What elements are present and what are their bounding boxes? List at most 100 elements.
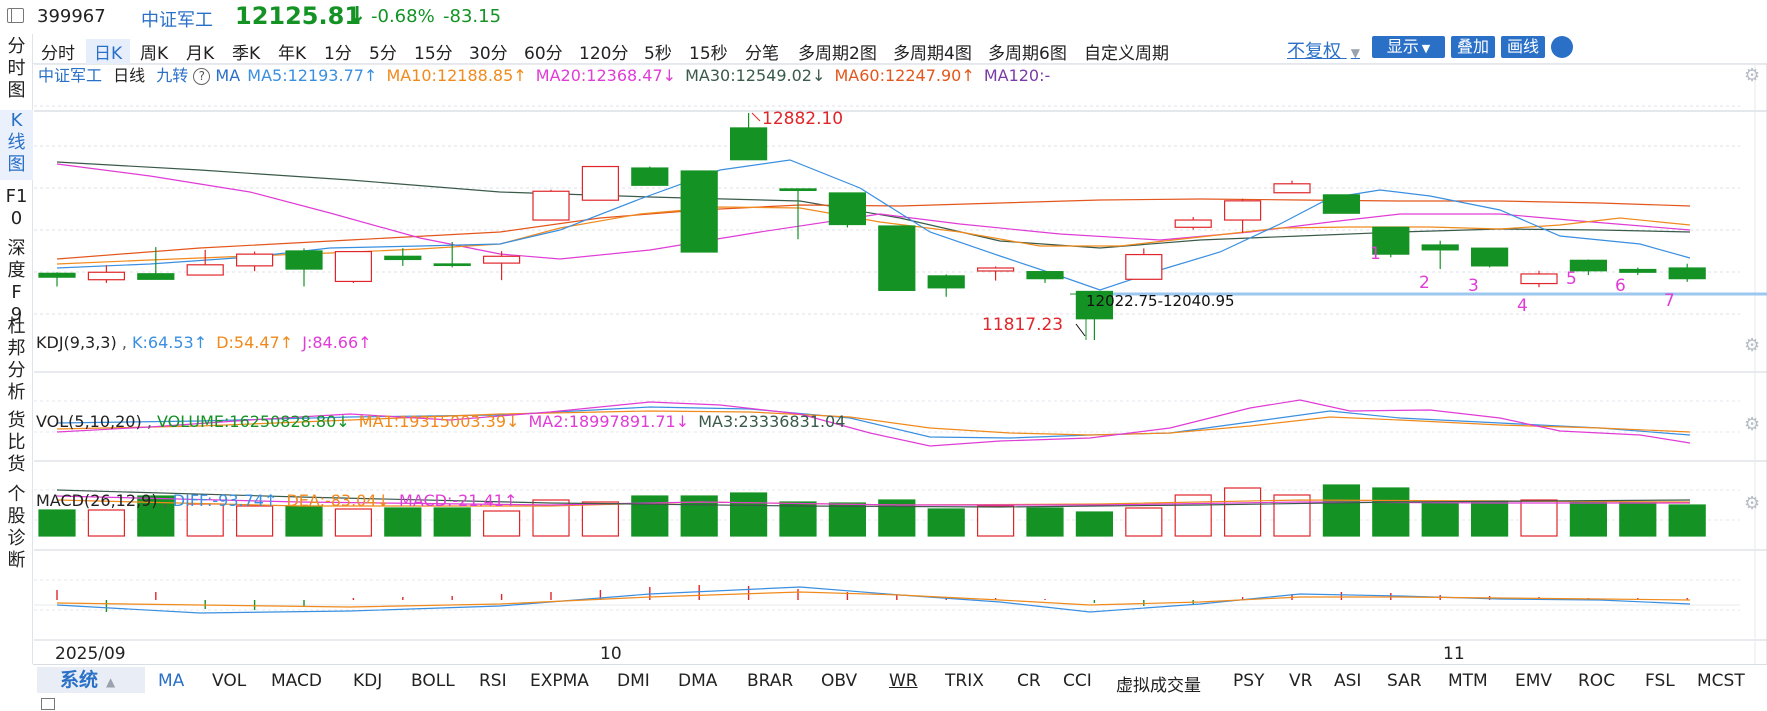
period-5sec[interactable]: 5秒 [644,39,672,64]
period-1min[interactable]: 1分 [324,39,352,64]
help-icon[interactable]: ? [193,68,211,85]
ind-mtm[interactable]: MTM [1448,671,1488,691]
ind-asi[interactable]: ASI [1334,671,1361,691]
nav-dupont[interactable]: 杜邦分析 [0,316,33,406]
candle-body [1223,200,1262,221]
period-30min[interactable]: 30分 [469,39,508,64]
period-month[interactable]: 月K [186,39,214,64]
system-menu[interactable]: 系统 ▲ [37,667,145,693]
candle-body [1026,271,1064,280]
nav-timeshare[interactable]: 分时图 [0,36,33,102]
ind-fsl[interactable]: FSL [1645,671,1675,691]
period-custom[interactable]: 自定义周期 [1084,39,1169,64]
window-toggle-icon[interactable] [7,8,24,23]
period-year[interactable]: 年K [278,39,306,64]
candle-body [384,255,422,261]
period-15sec[interactable]: 15秒 [689,39,728,64]
volume-bar [976,505,1015,537]
ind-rsi[interactable]: RSI [479,671,507,691]
display-button[interactable]: 显示 ▼ [1372,36,1445,58]
ind-emv[interactable]: EMV [1515,671,1552,691]
overlay-button[interactable]: 叠加 [1451,36,1495,58]
candle-body [1421,244,1459,251]
period-day[interactable]: 日K [86,39,131,64]
period-multi-4[interactable]: 多周期4图 [893,39,972,64]
main-chart[interactable] [38,112,1767,340]
ind-obv[interactable]: OBV [821,671,857,691]
ind-brar[interactable]: BRAR [747,671,793,691]
ind-ma[interactable]: MA [158,671,184,691]
ind-cr[interactable]: CR [1017,671,1041,691]
gear-icon[interactable]: ⚙ [1744,493,1760,514]
period-120min[interactable]: 120分 [579,39,628,64]
period-toolbar: 分时 日K 周K 月K 季K 年K 1分 5分 15分 30分 60分 120分… [33,34,1767,64]
volume-bar [1174,494,1212,537]
nav-depth-f9[interactable]: 深度F9 [0,238,33,325]
legend-ma[interactable]: MA [215,66,240,85]
macd-chart[interactable] [34,585,1740,614]
nav-compare[interactable]: 货比货 [0,410,33,480]
ind-vr[interactable]: VR [1289,671,1312,691]
period-timeshare[interactable]: 分时 [41,39,75,64]
ind-wr[interactable]: WR [889,671,918,691]
nine-turn-2: 2 [1419,273,1430,293]
legend-ma30: MA30:12549.02↓ [685,66,826,85]
legend-jiuzhuan[interactable]: 九转 [156,66,188,85]
ind-dmi[interactable]: DMI [617,671,650,691]
more-icon[interactable] [1551,36,1573,58]
ind-kdj[interactable]: KDJ [353,671,382,691]
ind-cci[interactable]: CCI [1063,671,1092,691]
gear-icon[interactable]: ⚙ [1744,335,1760,356]
period-60min[interactable]: 60分 [524,39,563,64]
candle-body [1322,194,1361,214]
ind-dma[interactable]: DMA [678,671,717,691]
checkbox-icon[interactable] [41,698,55,710]
vol-ma3: MA3:23336831.04 [698,412,846,431]
candle-body [680,170,718,253]
ind-psy[interactable]: PSY [1233,671,1264,691]
volume-bar [1322,484,1361,537]
period-multi-2[interactable]: 多周期2图 [798,39,877,64]
ind-mcst[interactable]: MCST [1697,671,1745,691]
chevron-up-icon: ▲ [106,675,116,689]
nav-diagnosis[interactable]: 个股诊断 [0,484,33,574]
vol-name[interactable]: VOL(5,10,20) [36,412,142,431]
period-15min[interactable]: 15分 [414,39,453,64]
gear-icon[interactable]: ⚙ [1744,65,1760,86]
period-multi-6[interactable]: 多周期6图 [988,39,1067,64]
nine-turn-5: 5 [1566,269,1577,289]
stock-name[interactable]: 中证军工 [141,6,213,32]
kdj-name[interactable]: KDJ(9,3,3) [36,333,117,352]
ind-vol[interactable]: VOL [212,671,246,691]
kline-chart-canvas[interactable] [0,0,1767,711]
period-quarter[interactable]: 季K [232,39,260,64]
macd-dea: DEA:-83.04↓ [286,491,390,510]
period-week[interactable]: 周K [140,39,168,64]
candle-body [334,250,372,283]
volume-bar [1421,502,1459,537]
period-tick[interactable]: 分笔 [745,39,779,64]
ind-trix[interactable]: TRIX [945,671,984,691]
ind-macd[interactable]: MACD [271,671,322,691]
draw-line-button[interactable]: 画线 [1501,36,1545,58]
high-marker [751,112,761,122]
adjust-dropdown[interactable]: 不复权 ▼ [1287,37,1360,63]
ind-expma[interactable]: EXPMA [530,671,589,691]
nav-kline[interactable]: K线图 [0,110,33,180]
kdj-j: J:84.66↑ [302,333,372,352]
macd-diff-line [56,586,1691,614]
ind-roc[interactable]: ROC [1578,671,1615,691]
nine-turn-7: 7 [1664,291,1675,311]
nav-f10[interactable]: F10 [0,186,33,232]
ind-boll[interactable]: BOLL [411,671,455,691]
macd-value: MACD:-21.41↑ [399,491,518,510]
ind-virtual-volume[interactable]: 虚拟成交量 [1116,671,1201,696]
volume-bar [581,501,620,537]
period-5min[interactable]: 5分 [369,39,397,64]
gear-icon[interactable]: ⚙ [1744,414,1760,435]
vol-ma1: MA1:19315003.39↓ [358,412,520,431]
macd-name[interactable]: MACD(26,12,9) [36,491,158,510]
candle-body [1125,253,1163,280]
last-price: 12125.81 [235,2,362,30]
ind-sar[interactable]: SAR [1387,671,1422,691]
